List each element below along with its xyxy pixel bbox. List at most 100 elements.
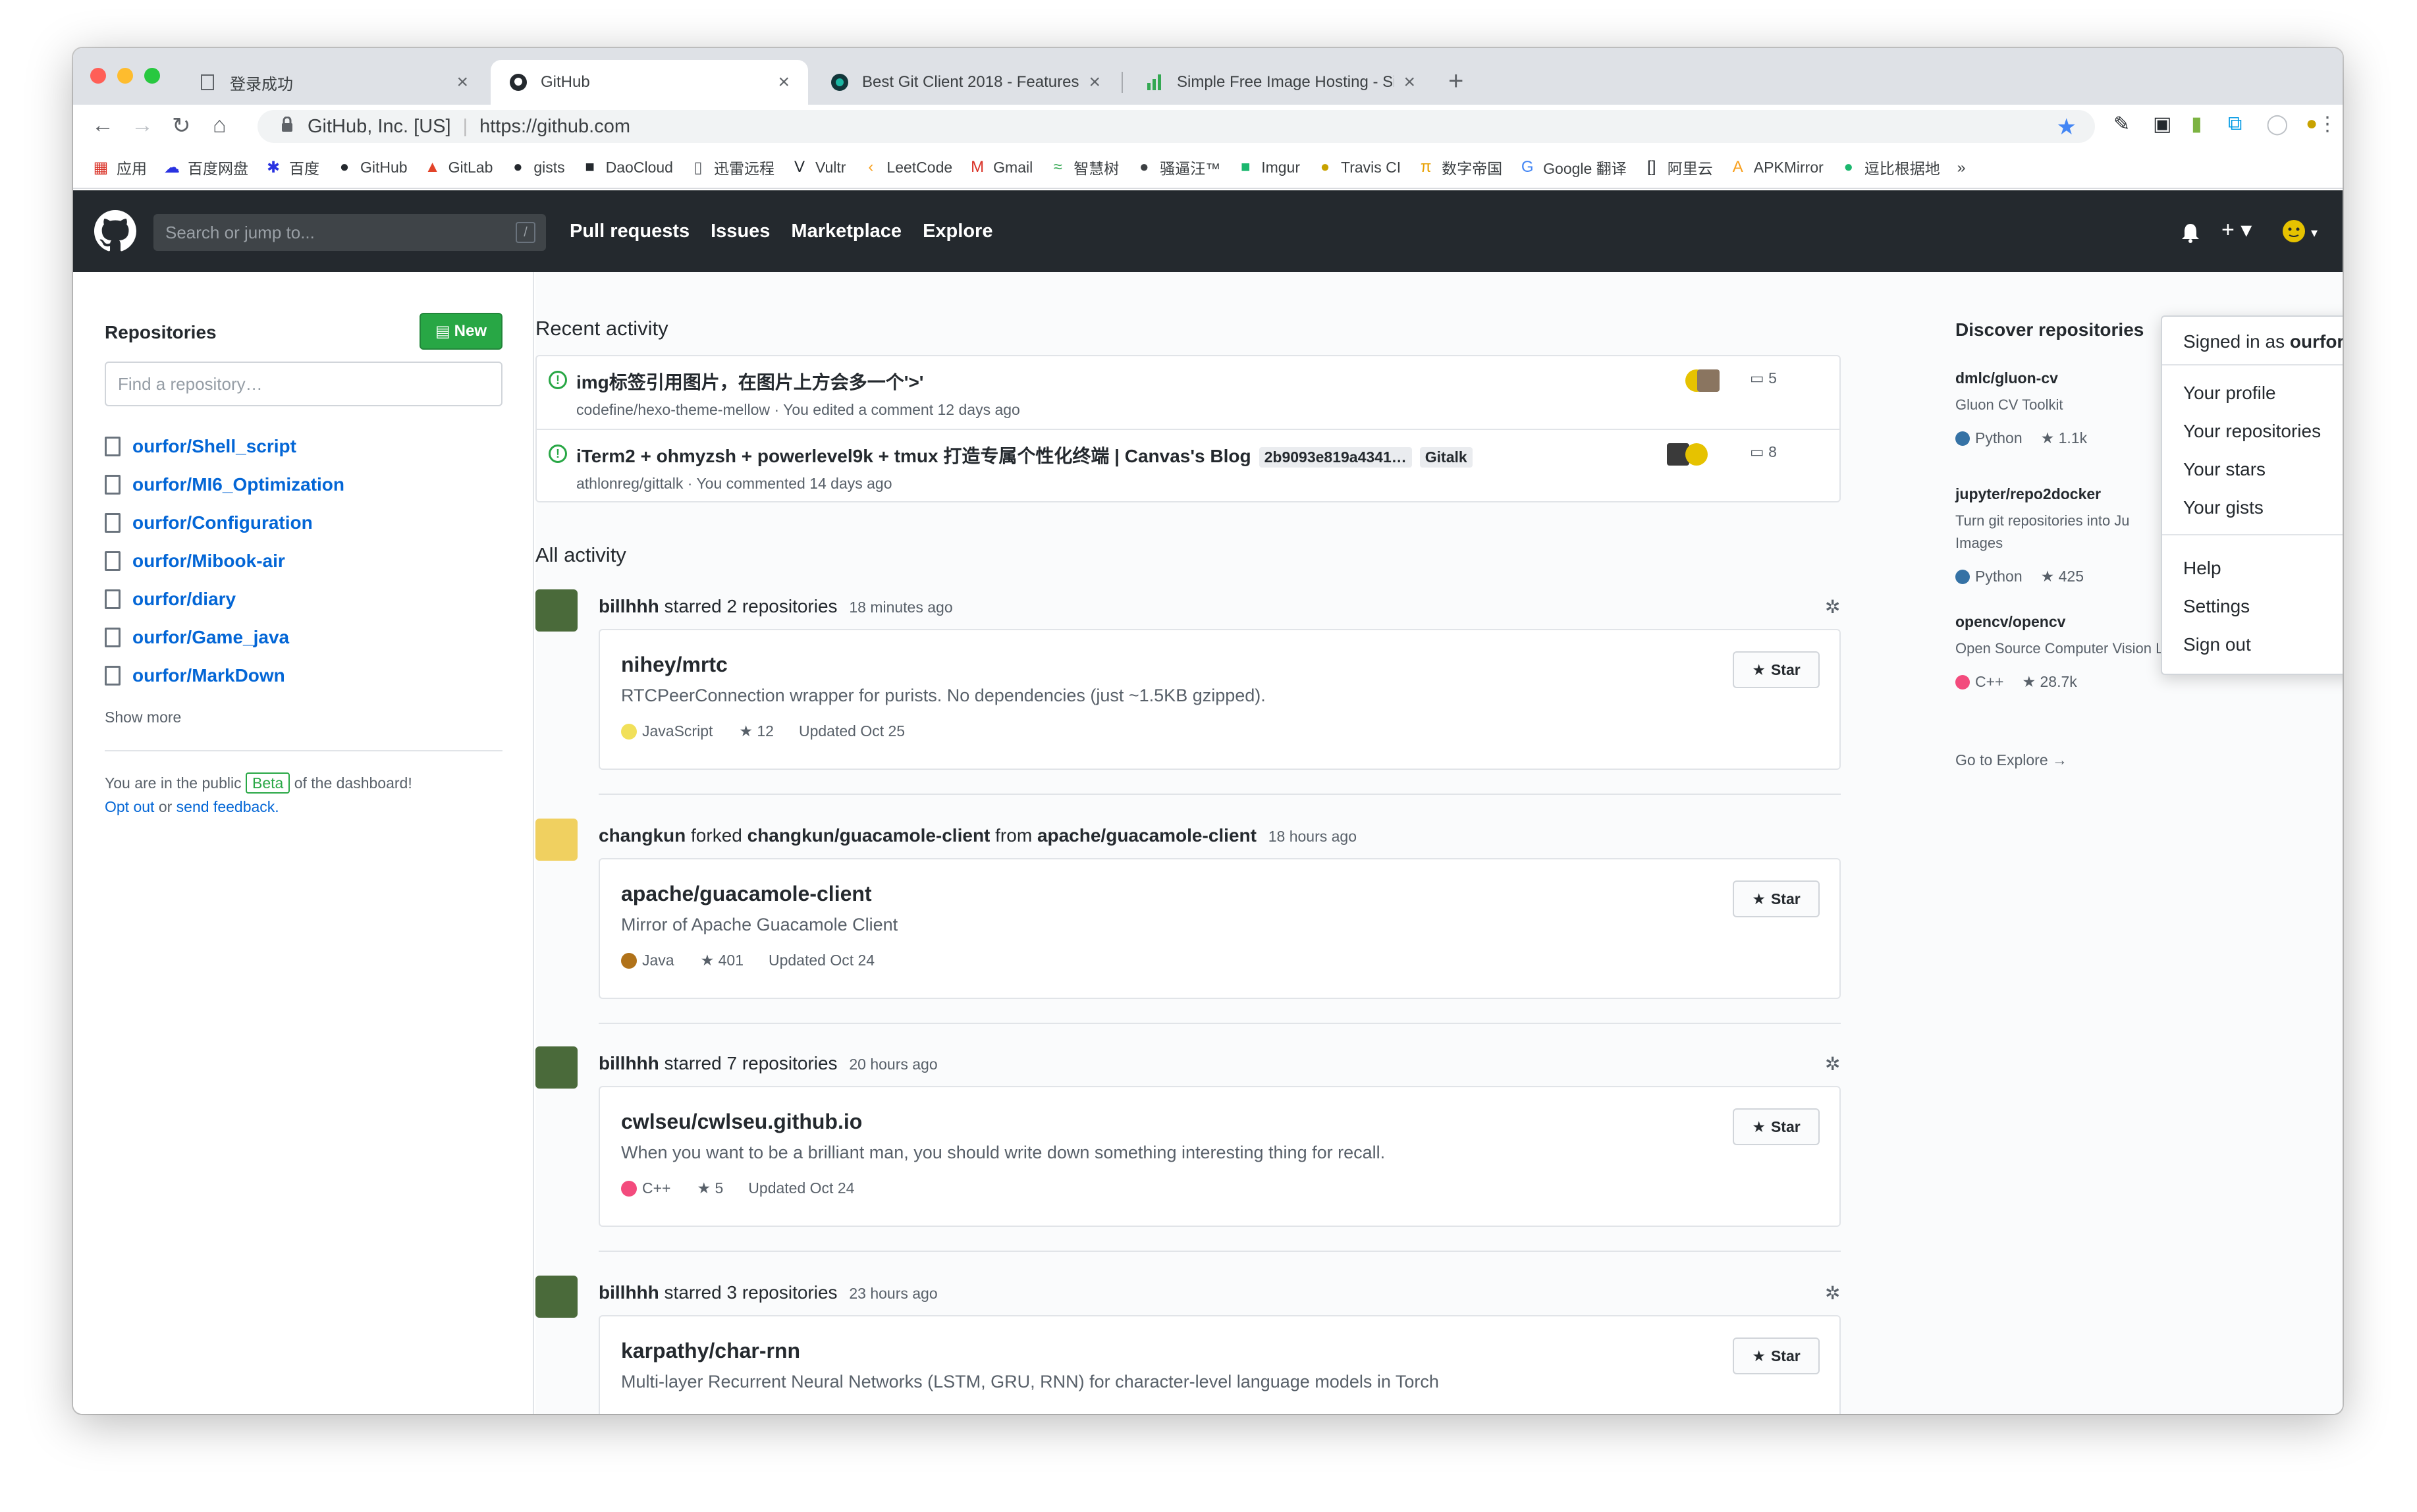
menu-help[interactable]: Help	[2183, 558, 2221, 579]
tab-image-hosting[interactable]: Simple Free Image Hosting - Si ×	[1127, 60, 1434, 105]
github-search-input[interactable]: Search or jump to... /	[153, 214, 546, 251]
nav-marketplace[interactable]: Marketplace	[791, 221, 902, 242]
extension-battery-icon[interactable]: ▮	[2191, 113, 2202, 136]
bookmark-item[interactable]: ‹ LeetCode	[863, 158, 952, 176]
profile-avatar-icon[interactable]: ●	[2306, 113, 2318, 135]
plus-dropdown-icon[interactable]: + ▾	[2221, 217, 2252, 243]
bookmark-item[interactable]: ■ Imgur	[1237, 158, 1300, 176]
extension-tv-icon[interactable]: ▣	[2153, 113, 2171, 136]
new-repository-button[interactable]: ▤ New	[420, 313, 502, 350]
extension-gnome-icon[interactable]: ✎	[2113, 113, 2130, 136]
star-button[interactable]: ★ Star	[1733, 880, 1820, 917]
bookmark-item[interactable]: ● 逗比根据地	[1841, 156, 1940, 178]
recent-item[interactable]: ! iTerm2 + ohmyzsh + powerlevel9k + tmux…	[537, 430, 1839, 504]
home-icon[interactable]: ⌂	[213, 113, 227, 138]
activity-user[interactable]: billhhh	[599, 596, 659, 616]
repo-title-link[interactable]: nihey/mrtc	[621, 653, 728, 677]
extension-circle-icon[interactable]: ◯	[2266, 113, 2289, 136]
repo-title-link[interactable]: karpathy/char-rnn	[621, 1339, 800, 1363]
bookmark-item[interactable]: ≈ 智慧树	[1050, 156, 1120, 178]
forward-arrow-icon[interactable]: →	[131, 113, 153, 138]
reload-icon[interactable]: ↻	[172, 113, 191, 139]
repository-link[interactable]: ourfor/Mibook-air	[105, 542, 344, 580]
go-to-explore-link[interactable]: Go to Explore →	[1955, 751, 2067, 769]
repository-link[interactable]: ourfor/Shell_script	[105, 427, 344, 466]
bookmark-item[interactable]: A APKMirror	[1730, 158, 1824, 176]
nav-issues[interactable]: Issues	[711, 221, 770, 242]
close-tab-icon[interactable]: ×	[1403, 71, 1415, 94]
bookmark-item[interactable]: ● 骚逼汪™	[1136, 156, 1220, 178]
new-tab-button[interactable]: +	[1448, 67, 1463, 96]
user-avatar[interactable]	[535, 589, 578, 632]
repository-link[interactable]: ourfor/diary	[105, 580, 344, 618]
minimize-window-button[interactable]	[117, 68, 133, 84]
menu-your-gists[interactable]: Your gists	[2183, 497, 2264, 518]
bell-icon[interactable]	[2181, 222, 2200, 248]
nav-explore[interactable]: Explore	[923, 221, 992, 242]
bookmark-item[interactable]: ● GitHub	[337, 158, 408, 176]
star-button[interactable]: ★ Star	[1733, 1337, 1820, 1374]
bookmark-star-icon[interactable]: ★	[2057, 114, 2077, 140]
back-arrow-icon[interactable]: ←	[92, 113, 114, 138]
bookmark-item[interactable]: π 数字帝国	[1418, 156, 1502, 178]
menu-your-repositories[interactable]: Your repositories	[2183, 421, 2321, 442]
settings-gear-icon[interactable]: ✲	[1825, 1282, 1840, 1304]
user-avatar[interactable]	[2282, 219, 2306, 248]
repository-link[interactable]: ourfor/MI6_Optimization	[105, 466, 344, 504]
settings-gear-icon[interactable]: ✲	[1825, 596, 1840, 618]
close-tab-icon[interactable]: ×	[456, 71, 468, 94]
settings-gear-icon[interactable]: ✲	[1825, 1053, 1840, 1075]
repository-link[interactable]: ourfor/Configuration	[105, 504, 344, 542]
tab-best-git-client[interactable]: Best Git Client 2018 - Features ×	[812, 60, 1119, 105]
menu-your-stars[interactable]: Your stars	[2183, 459, 2266, 480]
repository-link[interactable]: ourfor/Game_java	[105, 618, 344, 657]
bookmarks-overflow-button[interactable]: »	[1957, 159, 1966, 176]
repo-title-link[interactable]: apache/guacamole-client	[621, 882, 872, 906]
bookmark-item[interactable]: ✱ 百度	[265, 156, 319, 178]
participant-avatar[interactable]	[1697, 369, 1720, 392]
star-button[interactable]: ★ Star	[1733, 1108, 1820, 1145]
user-avatar[interactable]	[535, 1046, 578, 1089]
opt-out-link[interactable]: Opt out	[105, 798, 154, 815]
forked-repo-link[interactable]: changkun/guacamole-client	[747, 825, 991, 846]
close-window-button[interactable]	[90, 68, 106, 84]
activity-user[interactable]: billhhh	[599, 1053, 659, 1073]
bookmark-item[interactable]: ▦ 应用	[93, 156, 147, 178]
bookmark-item[interactable]: ■ DaoCloud	[582, 158, 673, 176]
bookmark-item[interactable]: G Google 翻译	[1519, 156, 1627, 178]
discover-repo-link[interactable]: dmlc/gluon-cv	[1955, 369, 2087, 387]
menu-settings[interactable]: Settings	[2183, 596, 2250, 617]
participant-avatar[interactable]	[1685, 443, 1708, 466]
menu-your-profile[interactable]: Your profile	[2183, 383, 2276, 404]
bookmark-item[interactable]: M Gmail	[969, 158, 1033, 176]
menu-sign-out[interactable]: Sign out	[2183, 634, 2251, 655]
close-tab-icon[interactable]: ×	[1089, 71, 1100, 94]
github-logo-icon[interactable]	[94, 210, 136, 256]
bookmark-item[interactable]: ☁ 百度网盘	[164, 156, 248, 178]
tab-github[interactable]: GitHub ×	[491, 60, 808, 105]
recent-item[interactable]: ! img标签引用图片，在图片上方会多一个'>' codefine/hexo-t…	[537, 356, 1839, 430]
repo-title-link[interactable]: cwlseu/cwlseu.github.io	[621, 1110, 862, 1134]
bookmark-item[interactable]: ▲ GitLab	[425, 158, 493, 176]
avatar-caret-icon[interactable]: ▾	[2311, 225, 2318, 241]
show-more-link[interactable]: Show more	[105, 709, 181, 726]
activity-user[interactable]: billhhh	[599, 1282, 659, 1303]
bookmark-item[interactable]: V Vultr	[792, 158, 846, 176]
source-repo-link[interactable]: apache/guacamole-client	[1037, 825, 1257, 846]
bookmark-item[interactable]: ● gists	[510, 158, 565, 176]
close-tab-icon[interactable]: ×	[778, 71, 790, 94]
bookmark-item[interactable]: ● Travis CI	[1317, 158, 1401, 176]
bookmark-item[interactable]: [] 阿里云	[1644, 156, 1713, 178]
repository-link[interactable]: ourfor/MarkDown	[105, 657, 344, 695]
chrome-menu-icon[interactable]: ⋮	[2318, 113, 2337, 136]
bookmark-item[interactable]: ▯ 迅雷远程	[690, 156, 774, 178]
user-avatar[interactable]	[535, 1276, 578, 1318]
star-button[interactable]: ★ Star	[1733, 651, 1820, 688]
activity-user[interactable]: changkun	[599, 825, 686, 846]
nav-pull-requests[interactable]: Pull requests	[570, 221, 690, 242]
discover-repo-link[interactable]: jupyter/repo2docker	[1955, 485, 2130, 503]
send-feedback-link[interactable]: send feedback.	[177, 798, 279, 815]
extension-translate-icon[interactable]: ⧉	[2228, 113, 2242, 135]
tab-login-success[interactable]: 登录成功 ×	[180, 60, 487, 105]
maximize-window-button[interactable]	[144, 68, 160, 84]
